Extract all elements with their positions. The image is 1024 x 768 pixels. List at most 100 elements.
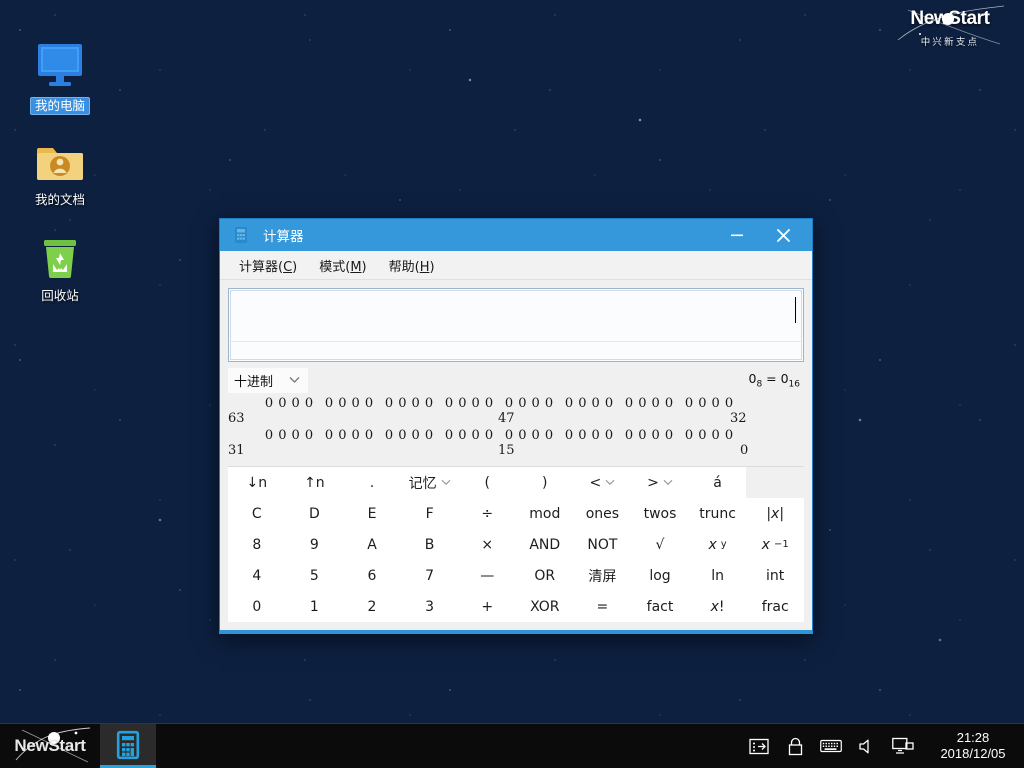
bit-high-bit[interactable]: 0 <box>544 396 554 411</box>
bit-low-bit[interactable]: 0 <box>664 428 674 443</box>
bit-high-bit[interactable]: 0 <box>564 396 574 411</box>
bit-high-bit[interactable]: 0 <box>504 396 514 411</box>
bit-high-group-2[interactable]: 0000 <box>384 396 444 411</box>
bit-low-bit[interactable]: 0 <box>364 428 374 443</box>
desktop-icon-my-documents[interactable]: 我的文档 <box>5 132 115 209</box>
bit-high-group-5[interactable]: 0000 <box>564 396 624 411</box>
bit-high-bit[interactable]: 0 <box>304 396 314 411</box>
key-xor[interactable]: XOR <box>515 591 574 622</box>
key-twos[interactable]: twos <box>631 498 689 529</box>
bit-high-bit[interactable]: 0 <box>651 396 661 411</box>
bit-high-group-3[interactable]: 0000 <box>444 396 504 411</box>
bit-row-high[interactable]: 00000000000000000000000000000000 <box>228 396 804 411</box>
keyboard-icon[interactable] <box>820 735 842 757</box>
bit-low-group-1[interactable]: 0000 <box>324 428 384 443</box>
key-and[interactable]: AND <box>515 529 574 560</box>
menu-calculator[interactable]: 计算器(C) <box>230 252 306 279</box>
bit-low-bit[interactable]: 0 <box>397 428 407 443</box>
bit-high-bit[interactable]: 0 <box>364 396 374 411</box>
key-subtract[interactable]: — <box>458 560 516 591</box>
bit-low-bit[interactable]: 0 <box>411 428 421 443</box>
key-ln[interactable]: ln <box>688 560 747 591</box>
bit-high-bit[interactable]: 0 <box>424 396 434 411</box>
menu-help[interactable]: 帮助(H) <box>380 252 444 279</box>
bit-high-bit[interactable]: 0 <box>664 396 674 411</box>
key-factorial[interactable]: x! <box>688 591 747 622</box>
bit-low-bit[interactable]: 0 <box>471 428 481 443</box>
bit-low-bit[interactable]: 0 <box>304 428 314 443</box>
bit-high-bit[interactable]: 0 <box>591 396 601 411</box>
key-shift-up[interactable]: ↑n <box>285 467 344 498</box>
bit-low-bit[interactable]: 0 <box>724 428 734 443</box>
bit-low-group-3[interactable]: 0000 <box>444 428 504 443</box>
bit-high-bit[interactable]: 0 <box>471 396 481 411</box>
bit-low-bit[interactable]: 0 <box>651 428 661 443</box>
bit-high-bit[interactable]: 0 <box>457 396 467 411</box>
key-accent[interactable]: á <box>688 467 747 498</box>
bit-high-bit[interactable]: 0 <box>577 396 587 411</box>
key-abs[interactable]: | x | <box>746 498 804 529</box>
key-7[interactable]: 7 <box>400 560 459 591</box>
bit-row-low[interactable]: 00000000000000000000000000000000 <box>228 428 804 443</box>
key-reciprocal[interactable]: x −1 <box>746 529 804 560</box>
taskbar-calculator-button[interactable] <box>100 724 156 768</box>
taskbar-clock[interactable]: 21:28 2018/12/05 <box>934 730 1016 762</box>
bit-low-group-5[interactable]: 0000 <box>564 428 624 443</box>
bit-low-bit[interactable]: 0 <box>351 428 361 443</box>
bit-high-bit[interactable]: 0 <box>604 396 614 411</box>
bit-high-bit[interactable]: 0 <box>711 396 721 411</box>
key-shift-right[interactable]: > <box>631 467 689 498</box>
bit-high-bit[interactable]: 0 <box>684 396 694 411</box>
bit-low-bit[interactable]: 0 <box>531 428 541 443</box>
bit-low-bit[interactable]: 0 <box>291 428 301 443</box>
system-tray[interactable]: 21:28 2018/12/05 <box>748 724 1024 768</box>
key-divide[interactable]: ÷ <box>458 498 516 529</box>
key-hex-e[interactable]: E <box>343 498 401 529</box>
bit-low-bit[interactable]: 0 <box>604 428 614 443</box>
bit-low-bit[interactable]: 0 <box>324 428 334 443</box>
bit-low-bit[interactable]: 0 <box>564 428 574 443</box>
key-memory[interactable]: 记忆 <box>400 467 459 498</box>
bit-high-bit[interactable]: 0 <box>351 396 361 411</box>
bit-low-group-0[interactable]: 0000 <box>264 428 324 443</box>
key-not[interactable]: NOT <box>573 529 632 560</box>
desktop-icon-my-computer[interactable]: 我的电脑 <box>5 38 115 115</box>
key-5[interactable]: 5 <box>285 560 344 591</box>
key-shift-down[interactable]: ↓n <box>228 467 286 498</box>
key-frac[interactable]: frac <box>746 591 804 622</box>
window-titlebar[interactable]: 计算器 <box>220 219 812 251</box>
bit-low-bit[interactable]: 0 <box>504 428 514 443</box>
key-hex-a[interactable]: A <box>343 529 401 560</box>
bit-high-bit[interactable]: 0 <box>324 396 334 411</box>
bit-high-bit[interactable]: 0 <box>444 396 454 411</box>
key-equals[interactable]: = <box>573 591 632 622</box>
task-buttons[interactable] <box>100 724 156 768</box>
menu-mode[interactable]: 模式(M) <box>310 252 375 279</box>
key-0[interactable]: 0 <box>228 591 286 622</box>
taskbar[interactable]: NewStart 21:28 2018/12/05 <box>0 723 1024 768</box>
bit-high-bit[interactable]: 0 <box>637 396 647 411</box>
bit-low-bit[interactable]: 0 <box>264 428 274 443</box>
bit-low-bit[interactable]: 0 <box>457 428 467 443</box>
key-mod[interactable]: mod <box>515 498 574 529</box>
bit-low-bit[interactable]: 0 <box>484 428 494 443</box>
bit-high-bit[interactable]: 0 <box>397 396 407 411</box>
key-int[interactable]: int <box>746 560 804 591</box>
key-shift-left[interactable]: < <box>573 467 632 498</box>
desktop-icon-recycle-bin[interactable]: 回收站 <box>5 228 115 305</box>
key-log[interactable]: log <box>631 560 689 591</box>
bit-low-group-4[interactable]: 0000 <box>504 428 564 443</box>
bit-high-bit[interactable]: 0 <box>384 396 394 411</box>
bit-low-group-7[interactable]: 0000 <box>684 428 744 443</box>
bit-high-group-4[interactable]: 0000 <box>504 396 564 411</box>
key-fact[interactable]: fact <box>631 591 689 622</box>
bit-high-group-7[interactable]: 0000 <box>684 396 744 411</box>
start-button[interactable]: NewStart <box>0 724 100 768</box>
bit-low-bit[interactable]: 0 <box>684 428 694 443</box>
bit-high-bit[interactable]: 0 <box>531 396 541 411</box>
volume-icon[interactable] <box>856 735 878 757</box>
bit-high-bit[interactable]: 0 <box>337 396 347 411</box>
base-select[interactable]: 十进制 <box>228 367 309 393</box>
workspace-switcher-icon[interactable] <box>748 735 770 757</box>
bit-high-bit[interactable]: 0 <box>517 396 527 411</box>
